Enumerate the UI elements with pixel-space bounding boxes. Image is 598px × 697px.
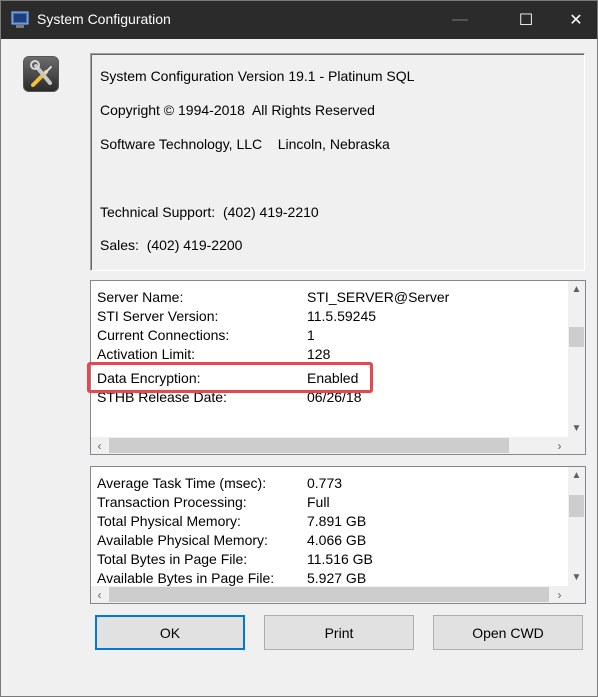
tools-icon (23, 56, 59, 92)
scroll-thumb[interactable] (109, 587, 549, 602)
transaction-processing-value: Full (307, 494, 330, 510)
scroll-up-icon[interactable]: ▲ (568, 467, 585, 484)
title-bar[interactable]: System Configuration — ☐ ✕ (1, 1, 597, 39)
version-text: System Configuration Version 19.1 - Plat… (100, 68, 415, 84)
list-item: Average Task Time (msec): 0.773 (97, 475, 342, 493)
sthb-release-date-value: 06/26/18 (307, 389, 362, 405)
available-physical-memory-label: Available Physical Memory: (97, 532, 268, 548)
list-item: STI Server Version: 11.5.59245 (97, 308, 376, 326)
server-version-label: STI Server Version: (97, 308, 219, 324)
list-item: Transaction Processing: Full (97, 494, 330, 512)
scroll-corner (568, 586, 585, 603)
current-connections-value: 1 (307, 327, 315, 343)
list-item: Available Bytes in Page File: 5.927 GB (97, 570, 366, 586)
scroll-thumb[interactable] (569, 495, 584, 517)
ok-button[interactable]: OK (95, 615, 245, 650)
total-physical-memory-value: 7.891 GB (307, 513, 367, 529)
support-phone-text: Technical Support: (402) 419-2210 (100, 204, 319, 220)
total-page-file-label: Total Bytes in Page File: (97, 551, 248, 567)
close-button[interactable]: ✕ (553, 1, 598, 39)
current-connections-label: Current Connections: (97, 327, 230, 343)
data-encryption-label: Data Encryption: (97, 370, 201, 386)
list-item: Total Physical Memory: 7.891 GB (97, 513, 366, 531)
horizontal-scrollbar[interactable]: ‹ › (91, 437, 568, 454)
sthb-release-date-label: STHB Release Date: (97, 389, 227, 405)
scroll-down-icon[interactable]: ▼ (568, 420, 585, 437)
app-icon (11, 11, 29, 28)
scroll-corner (568, 437, 585, 454)
total-physical-memory-label: Total Physical Memory: (97, 513, 241, 529)
list-item: Server Name: STI_SERVER@Server (97, 289, 449, 307)
total-page-file-value: 11.516 GB (307, 551, 373, 567)
available-physical-memory-value: 4.066 GB (307, 532, 367, 548)
vertical-scrollbar[interactable]: ▲ ▼ (568, 281, 585, 437)
scroll-right-icon[interactable]: › (551, 586, 568, 603)
data-encryption-value: Enabled (307, 370, 359, 386)
scroll-thumb[interactable] (569, 327, 584, 347)
server-name-value: STI_SERVER@Server (307, 289, 450, 305)
performance-info-list[interactable]: Average Task Time (msec): 0.773 Transact… (90, 466, 586, 604)
server-info-list[interactable]: Server Name: STI_SERVER@Server STI Serve… (90, 280, 586, 455)
system-configuration-window: System Configuration — ☐ ✕ System Config… (0, 0, 598, 697)
list-item: Activation Limit: 128 (97, 346, 330, 364)
avg-task-time-label: Average Task Time (msec): (97, 475, 267, 491)
window-title: System Configuration (37, 11, 171, 27)
about-info-panel: System Configuration Version 19.1 - Plat… (90, 53, 585, 271)
activation-limit-label: Activation Limit: (97, 346, 196, 362)
list-item: Available Physical Memory: 4.066 GB (97, 532, 366, 550)
list-item: Total Bytes in Page File: 11.516 GB (97, 551, 373, 569)
available-page-file-label: Available Bytes in Page File: (97, 570, 275, 586)
vertical-scrollbar[interactable]: ▲ ▼ (568, 467, 585, 586)
copyright-text: Copyright © 1994-2018 All Rights Reserve… (100, 102, 375, 118)
avg-task-time-value: 0.773 (307, 475, 343, 491)
print-button[interactable]: Print (264, 615, 414, 650)
list-item: STHB Release Date: 06/26/18 (97, 389, 362, 407)
maximize-button[interactable]: ☐ (503, 1, 549, 39)
server-name-label: Server Name: (97, 289, 184, 305)
list-item: Current Connections: 1 (97, 327, 315, 345)
sales-phone-text: Sales: (402) 419-2200 (100, 237, 243, 253)
minimize-button[interactable]: — (437, 1, 483, 39)
activation-limit-value: 128 (307, 346, 331, 362)
company-text: Software Technology, LLC Lincoln, Nebras… (100, 136, 390, 152)
horizontal-scrollbar[interactable]: ‹ › (91, 586, 568, 603)
scroll-right-icon[interactable]: › (551, 437, 568, 454)
available-page-file-value: 5.927 GB (307, 570, 367, 586)
scroll-left-icon[interactable]: ‹ (91, 437, 108, 454)
transaction-processing-label: Transaction Processing: (97, 494, 247, 510)
server-version-value: 11.5.59245 (307, 308, 377, 324)
scroll-thumb[interactable] (109, 438, 509, 453)
open-cwd-button[interactable]: Open CWD (433, 615, 583, 650)
list-item: Data Encryption: Enabled (97, 370, 358, 388)
scroll-down-icon[interactable]: ▼ (568, 569, 585, 586)
scroll-left-icon[interactable]: ‹ (91, 586, 108, 603)
scroll-up-icon[interactable]: ▲ (568, 281, 585, 298)
